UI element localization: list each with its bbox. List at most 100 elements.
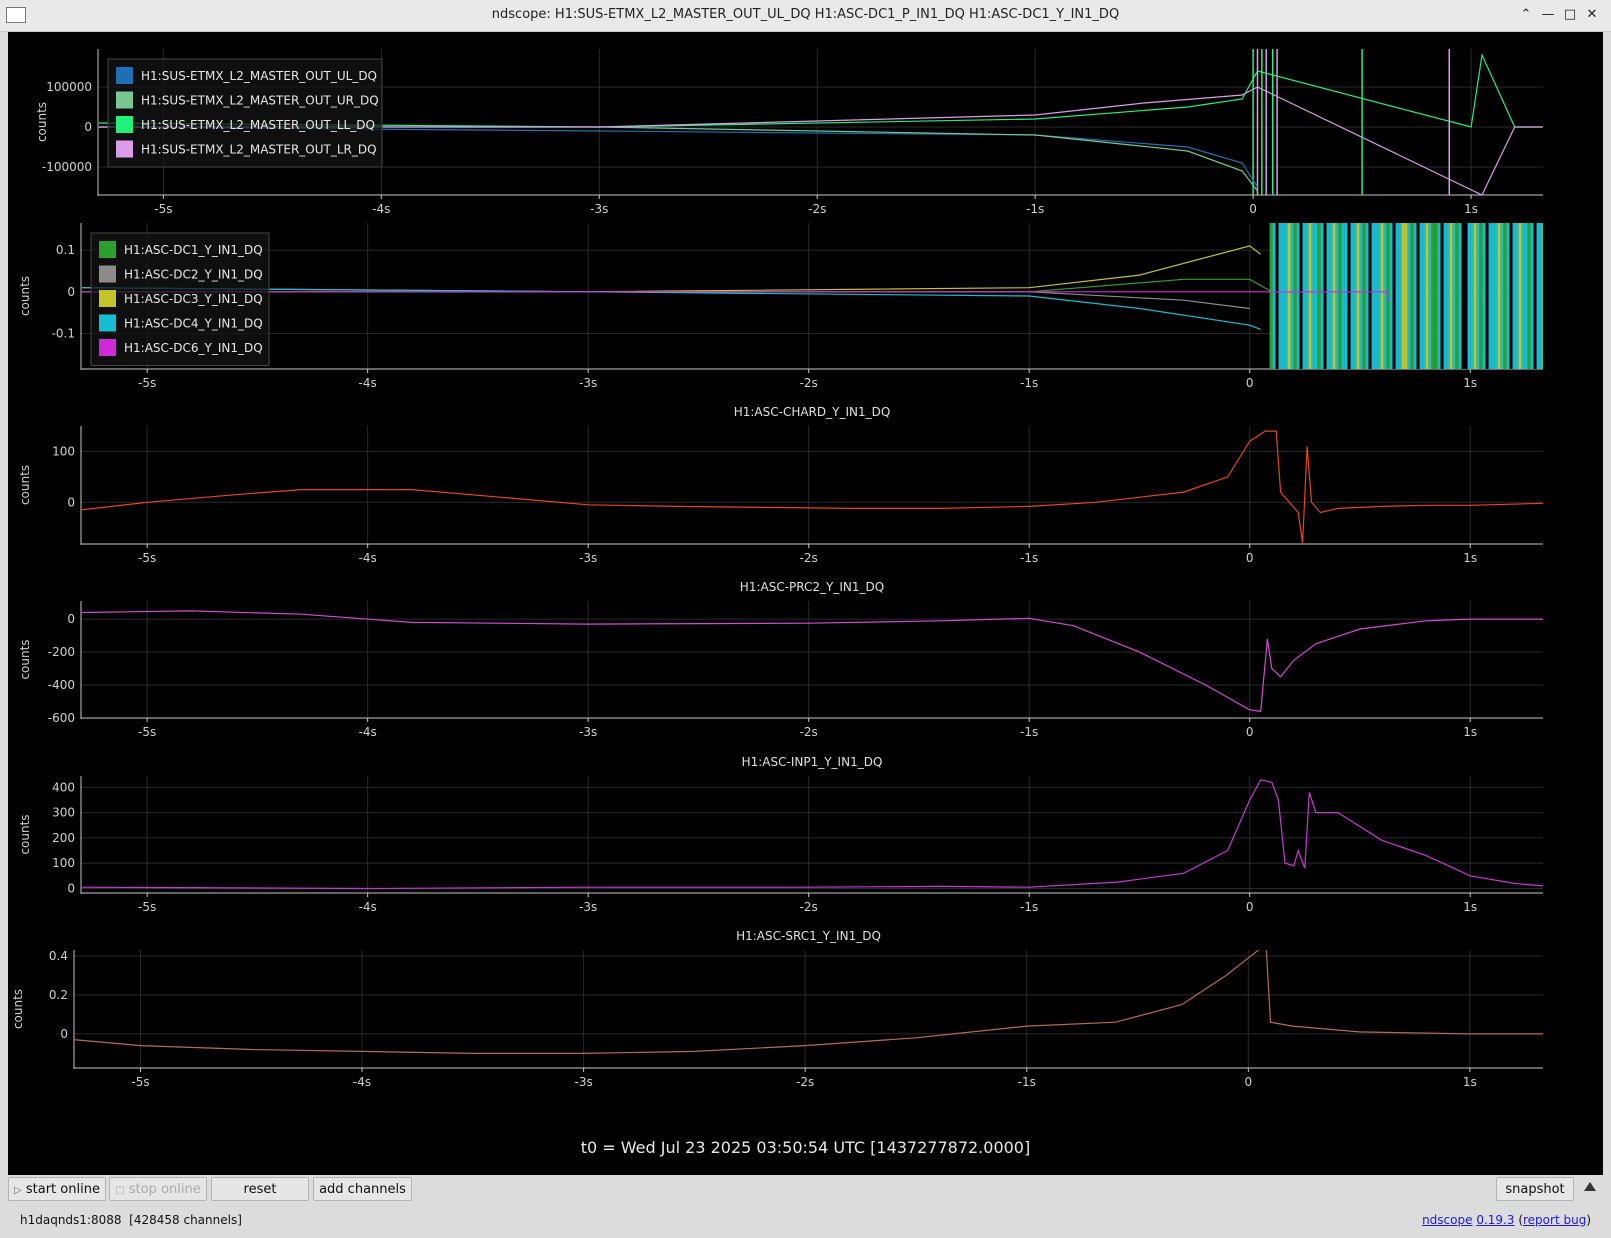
burst-stripe (1503, 223, 1507, 369)
burst-stripe (1539, 223, 1543, 369)
open-paren: ( (1514, 1213, 1523, 1227)
x-tick-label: -5s (154, 202, 172, 216)
x-tick-label: -2s (808, 202, 826, 216)
y-axis-label: counts (18, 276, 32, 316)
plot-panel-6: -5s -4s -3s -2s -1s 0 1s 0.4 0.2 0 counts H1:ASC-SR… (11, 929, 1543, 1089)
legend-swatch (116, 116, 133, 133)
burst-stripe (1452, 223, 1456, 369)
x-tick-label: -4s (359, 725, 377, 739)
burst-stripe (1374, 223, 1378, 369)
start-online-button[interactable]: ▷ start online (8, 1177, 106, 1201)
y-tick-label: 0 (67, 285, 75, 299)
burst-stripe (1536, 223, 1540, 369)
burst-stripe (1368, 223, 1372, 369)
t0-label: t0 = Wed Jul 23 2025 03:50:54 UTC [14372… (580, 1138, 1031, 1157)
report-bug-link[interactable]: report bug (1523, 1213, 1586, 1227)
y-tick-label: -100000 (42, 160, 92, 174)
burst-stripe (1350, 223, 1354, 369)
burst-stripe (1479, 223, 1483, 369)
burst-stripe (1356, 223, 1360, 369)
x-tick-label: -5s (131, 1075, 149, 1089)
legend-entry: H1:ASC-DC2_Y_IN1_DQ (124, 268, 263, 282)
add-channels-button[interactable]: add channels (313, 1177, 412, 1201)
burst-stripe (1428, 223, 1432, 369)
x-tick-label: 0 (1249, 202, 1257, 216)
x-tick-label: -3s (574, 1075, 592, 1089)
series-line-1 (82, 779, 1543, 890)
plot-panel-1: -5s -4s -3s -2s -1s 0 1s 100000 0 -100000 counts H1… (35, 49, 1543, 216)
burst-stripe (1494, 223, 1498, 369)
close-icon[interactable]: ✕ (1582, 5, 1602, 25)
about-links: ndscope 0.19.3 (report bug) (1422, 1213, 1591, 1227)
signal-burst-region (1269, 223, 1543, 369)
version-link[interactable]: 0.19.3 (1476, 1213, 1514, 1227)
y-tick-label: 0.4 (49, 949, 68, 963)
x-tick-label: 1s (1463, 376, 1477, 390)
burst-stripe (1338, 223, 1342, 369)
x-tick-label: -1s (1020, 900, 1038, 914)
x-tick-label: 0 (1246, 725, 1254, 739)
maximize-icon[interactable]: □ (1560, 5, 1580, 25)
snapshot-button[interactable]: snapshot (1496, 1177, 1574, 1201)
burst-stripe (1326, 223, 1330, 369)
burst-stripe (1287, 223, 1291, 369)
burst-stripe (1281, 223, 1285, 369)
x-tick-label: -4s (353, 1075, 371, 1089)
burst-stripe (1341, 223, 1345, 369)
x-tick-label: -2s (796, 1075, 814, 1089)
burst-stripe (1524, 223, 1528, 369)
x-tick-label: -5s (138, 376, 156, 390)
x-tick-label: -3s (579, 725, 597, 739)
reset-button[interactable]: reset (211, 1177, 309, 1201)
legend-swatch (116, 67, 133, 84)
burst-stripe (1311, 223, 1315, 369)
burst-stripe (1413, 223, 1417, 369)
burst-stripe (1332, 223, 1336, 369)
burst-stripe (1284, 223, 1288, 369)
y-tick-label: -400 (48, 678, 75, 692)
y-tick-label: 0.1 (56, 243, 75, 257)
x-tick-label: 1s (1464, 202, 1478, 216)
y-tick-label: 0.2 (49, 988, 68, 1002)
burst-stripe (1485, 223, 1489, 369)
burst-stripe (1506, 223, 1510, 369)
x-tick-label: -5s (138, 551, 156, 565)
legend-swatch (99, 339, 116, 356)
legend-entry: H1:ASC-DC6_Y_IN1_DQ (124, 341, 263, 355)
burst-stripe (1359, 223, 1363, 369)
minimize-icon[interactable]: — (1538, 5, 1558, 25)
burst-stripe (1515, 223, 1519, 369)
burst-stripe (1362, 223, 1366, 369)
x-tick-label: -4s (372, 202, 390, 216)
status-text: h1daqnds1:8088 [428458 channels] (20, 1213, 242, 1227)
expand-up-icon[interactable] (1584, 1182, 1596, 1191)
plot-title: H1:ASC-SRC1_Y_IN1_DQ (736, 929, 881, 943)
y-tick-label: 400 (52, 780, 75, 794)
burst-stripe (1389, 223, 1393, 369)
plot-area[interactable]: -5s -4s -3s -2s -1s 0 1s 100000 0 -100000 counts H1… (8, 32, 1603, 1175)
x-tick-label: -1s (1020, 376, 1038, 390)
burst-stripe (1323, 223, 1327, 369)
x-tick-label: 1s (1463, 551, 1477, 565)
plots-canvas[interactable]: -5s -4s -3s -2s -1s 0 1s 100000 0 -100000 counts H1… (8, 32, 1603, 1175)
keep-above-icon[interactable]: ⌃ (1516, 5, 1536, 25)
burst-stripe (1377, 223, 1381, 369)
start-online-label: start online (25, 1182, 100, 1197)
stop-online-label: stop online (128, 1182, 201, 1197)
x-tick-label: -2s (800, 725, 818, 739)
y-tick-label: 100000 (46, 80, 92, 94)
x-tick-label: -2s (800, 551, 818, 565)
y-axis-label: counts (18, 465, 32, 505)
y-tick-label: 100 (52, 856, 75, 870)
burst-stripe (1329, 223, 1333, 369)
burst-stripe (1434, 223, 1438, 369)
burst-stripe (1527, 223, 1531, 369)
burst-stripe (1320, 223, 1324, 369)
burst-stripe (1443, 223, 1447, 369)
stop-online-button[interactable]: □ stop online (109, 1177, 207, 1201)
ndscope-link[interactable]: ndscope (1422, 1213, 1472, 1227)
x-tick-label: 0 (1246, 900, 1254, 914)
plot-panel-5: -5s -4s -3s -2s -1s 0 1s 400 300 200 100 0 counts H1:… (18, 755, 1543, 914)
burst-stripe (1365, 223, 1369, 369)
burst-stripe (1380, 223, 1384, 369)
